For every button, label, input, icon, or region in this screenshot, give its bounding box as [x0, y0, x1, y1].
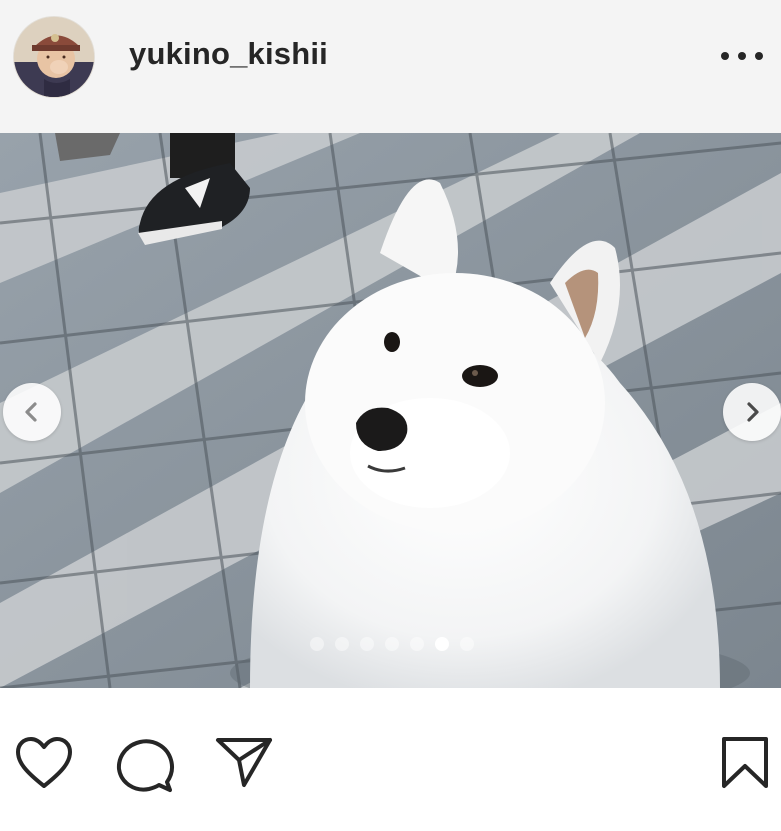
carousel-dot [460, 637, 474, 651]
more-dot [755, 52, 763, 60]
avatar[interactable] [14, 17, 94, 97]
chevron-left-icon [25, 402, 37, 422]
chevron-right-icon [747, 402, 759, 422]
bookmark-icon [722, 737, 768, 788]
paper-plane-icon [216, 738, 272, 787]
next-image-button[interactable] [723, 383, 781, 441]
carousel-dot [360, 637, 374, 651]
share-button[interactable] [215, 736, 273, 793]
carousel-dot-active [435, 637, 449, 651]
carousel-dot [310, 637, 324, 651]
heart-icon [16, 737, 72, 788]
carousel-dot [335, 637, 349, 651]
username[interactable]: yukino_kishii [129, 36, 328, 72]
post-photo[interactable] [0, 133, 781, 688]
more-dot [721, 52, 729, 60]
comment-bubble-icon [116, 739, 174, 792]
like-button[interactable] [15, 736, 73, 795]
comment-button[interactable] [115, 736, 175, 799]
save-button[interactable] [720, 736, 770, 795]
more-dot [738, 52, 746, 60]
previous-image-button[interactable] [3, 383, 61, 441]
carousel-dot [385, 637, 399, 651]
action-bar [0, 688, 781, 831]
more-options-icon[interactable] [721, 44, 763, 68]
post-header: yukino_kishii [0, 0, 781, 133]
carousel-dot [410, 637, 424, 651]
carousel-indicator [310, 636, 474, 652]
